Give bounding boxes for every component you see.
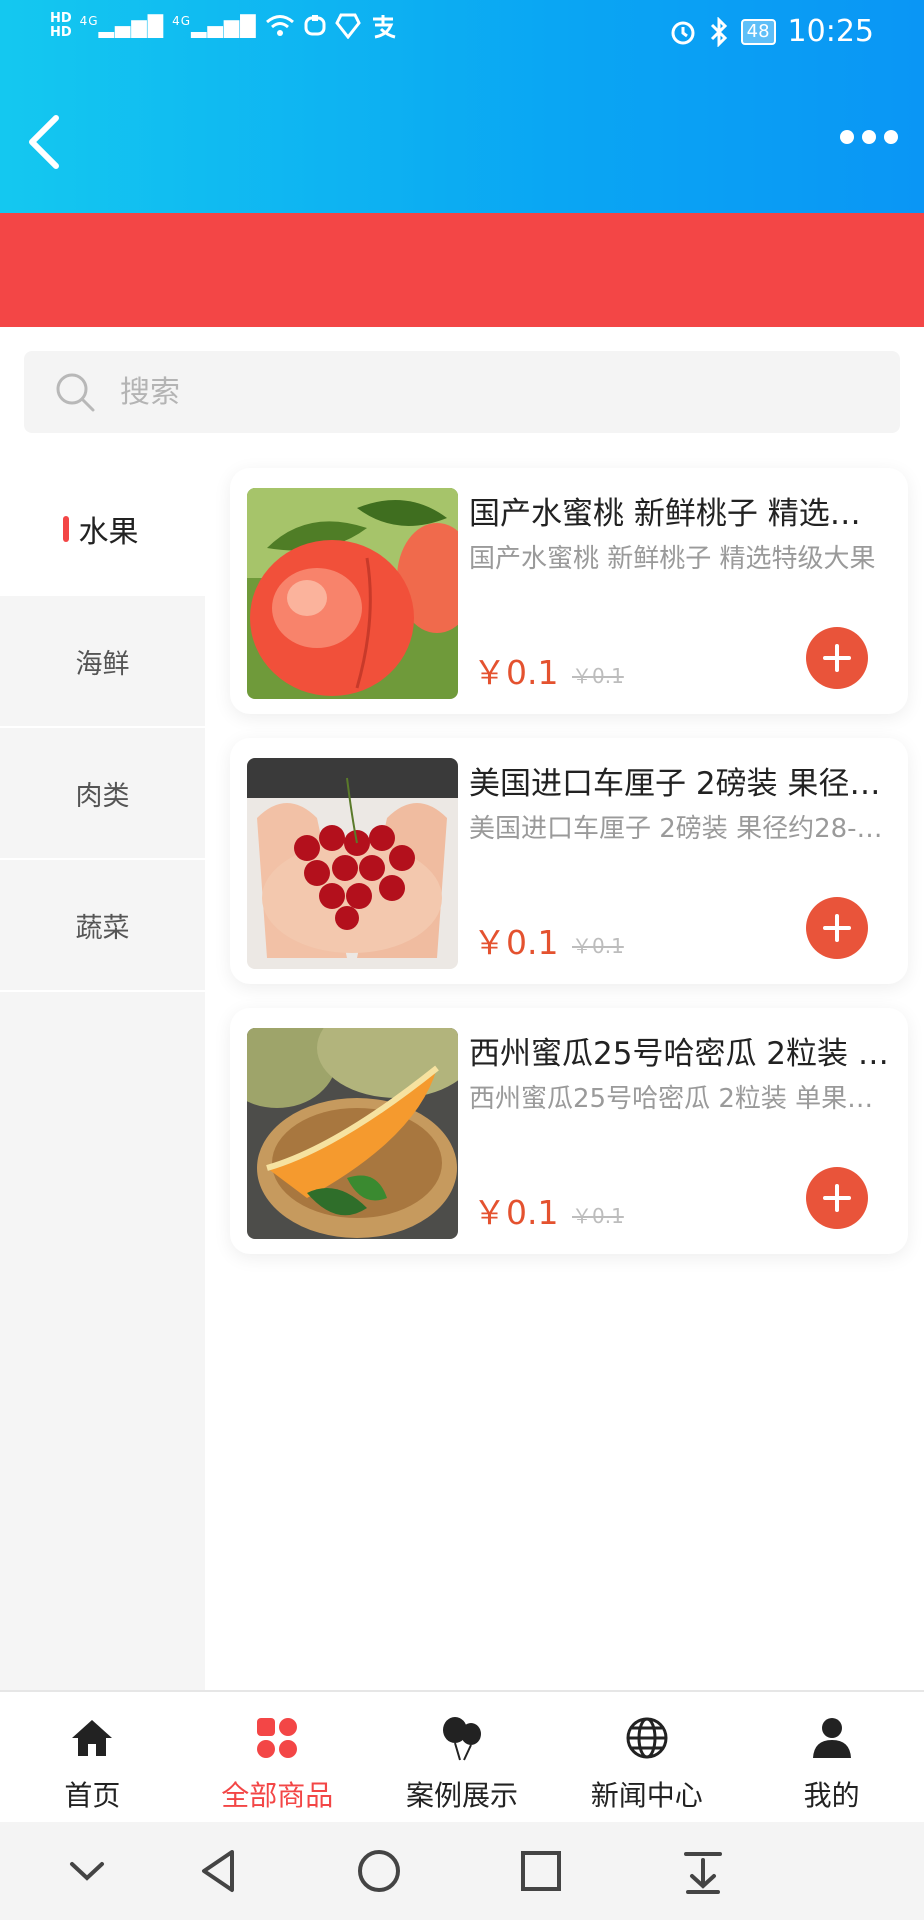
tab-news[interactable]: 新闻中心 (554, 1692, 739, 1822)
alipay-icon (372, 15, 396, 39)
tab-label: 全部商品 (221, 1779, 334, 1812)
plus-icon (823, 644, 851, 672)
add-to-cart-button[interactable] (806, 1167, 868, 1229)
status-right: 48 10:25 (669, 14, 874, 49)
home-circle-icon[interactable] (354, 1846, 404, 1896)
category-label: 蔬菜 (75, 912, 130, 944)
category-item-seafood[interactable]: 海鲜 (0, 596, 205, 728)
bottom-tab-bar: 首页 全部商品 案例展示 新闻中心 我的 (0, 1690, 924, 1822)
product-title: 美国进口车厘子 2磅装 果径约28 (469, 766, 889, 802)
clock-time: 10:25 (787, 14, 874, 49)
product-image-peach (247, 488, 458, 699)
plus-icon (823, 914, 851, 942)
status-bar: HD HD 4G▂▄▆█ 4G▂▄▆█ 48 10:25 (0, 0, 924, 70)
back-triangle-icon[interactable] (194, 1846, 244, 1896)
search-input[interactable] (120, 351, 860, 433)
product-title: 国产水蜜桃 新鲜桃子 精选特级 (469, 496, 889, 532)
product-card[interactable]: 国产水蜜桃 新鲜桃子 精选特级 国产水蜜桃 新鲜桃子 精选特级大果 ￥0.1 ￥… (230, 468, 908, 714)
product-price: ￥0.1 (473, 923, 559, 962)
bluetooth-icon (710, 16, 727, 47)
add-to-cart-button[interactable] (806, 627, 868, 689)
alarm-app-icon (304, 15, 326, 36)
alarm-clock-icon (671, 21, 695, 44)
add-to-cart-button[interactable] (806, 897, 868, 959)
product-original-price: ￥0.1 (572, 1204, 624, 1228)
globe-icon (626, 1717, 668, 1759)
more-options-icon[interactable] (840, 130, 898, 144)
banner-strip (0, 213, 924, 327)
home-icon (72, 1720, 113, 1756)
category-label: 肉类 (75, 780, 130, 812)
product-original-price: ￥0.1 (572, 934, 624, 958)
shield-app-icon (334, 13, 361, 39)
balloons-icon (442, 1717, 481, 1761)
collapse-chevron-icon[interactable] (62, 1846, 112, 1896)
hd-indicator: HD HD (50, 12, 72, 40)
tab-label: 新闻中心 (590, 1779, 703, 1812)
product-image-melon (247, 1028, 458, 1239)
category-sidebar: 水果 海鲜 肉类 蔬菜 (0, 464, 205, 1690)
tab-label: 案例展示 (405, 1779, 518, 1812)
product-card[interactable]: 美国进口车厘子 2磅装 果径约28 美国进口车厘子 2磅装 果径约28-30mm… (230, 738, 908, 984)
net1-label: 4G (79, 14, 99, 28)
tab-cases[interactable]: 案例展示 (370, 1692, 555, 1822)
back-arrow-icon[interactable] (22, 112, 68, 172)
product-subtitle: 国产水蜜桃 新鲜桃子 精选特级大果 (469, 544, 876, 574)
product-card[interactable]: 西州蜜瓜25号哈密瓜 2粒装 单果 西州蜜瓜25号哈密瓜 2粒装 单果约1.5k… (230, 1008, 908, 1254)
product-subtitle: 美国进口车厘子 2磅装 果径约28-30mm (469, 814, 889, 844)
product-title: 西州蜜瓜25号哈密瓜 2粒装 单果 (469, 1036, 889, 1072)
category-label: 水果 (78, 515, 139, 550)
product-price: ￥0.1 (473, 1193, 559, 1232)
search-icon (56, 373, 95, 412)
more-dot (862, 130, 876, 144)
product-subtitle: 西州蜜瓜25号哈密瓜 2粒装 单果约1.5kg (469, 1084, 889, 1114)
category-label: 海鲜 (75, 648, 130, 680)
product-image-cherries (247, 758, 458, 969)
notification-pull-icon[interactable] (678, 1846, 728, 1896)
signal-1-icon: 4G▂▄▆█ (79, 14, 165, 38)
recents-square-icon[interactable] (516, 1846, 566, 1896)
category-item-vegetables[interactable]: 蔬菜 (0, 860, 205, 992)
status-left: HD HD 4G▂▄▆█ 4G▂▄▆█ (50, 12, 397, 40)
wifi-icon (265, 15, 294, 36)
grid-icon (257, 1718, 298, 1758)
header-bar: HD HD 4G▂▄▆█ 4G▂▄▆█ 48 10:25 (0, 0, 924, 213)
battery-indicator: 48 (740, 18, 776, 45)
system-nav-bar (0, 1822, 924, 1920)
hd1-label: HD (50, 11, 72, 26)
user-icon (812, 1718, 851, 1758)
tab-home[interactable]: 首页 (0, 1692, 185, 1822)
search-box[interactable] (24, 351, 900, 433)
product-price: ￥0.1 (473, 653, 559, 692)
more-dot (840, 130, 854, 144)
product-original-price: ￥0.1 (572, 664, 624, 688)
more-dot (884, 130, 898, 144)
category-item-fruit[interactable]: 水果 (0, 464, 205, 596)
net2-label: 4G (172, 14, 192, 28)
signal-2-icon: 4G▂▄▆█ (172, 14, 257, 38)
hd2-label: HD (50, 25, 72, 40)
plus-icon (823, 1184, 851, 1212)
tab-label: 首页 (64, 1779, 121, 1812)
nav-bar (0, 100, 924, 180)
active-indicator (63, 516, 69, 542)
tab-label: 我的 (803, 1779, 860, 1812)
tab-all-products[interactable]: 全部商品 (185, 1692, 370, 1822)
tab-profile[interactable]: 我的 (739, 1692, 924, 1822)
category-item-meat[interactable]: 肉类 (0, 728, 205, 860)
